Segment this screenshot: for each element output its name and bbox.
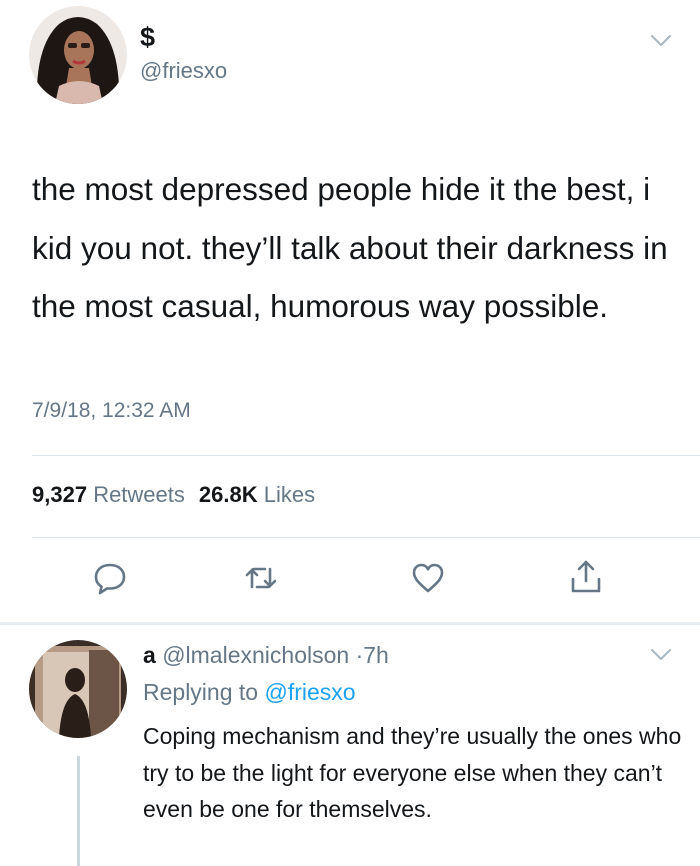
divider: [32, 455, 700, 456]
author-avatar[interactable]: [29, 6, 127, 104]
chevron-down-icon[interactable]: [650, 34, 672, 48]
reply-icon[interactable]: [92, 560, 128, 596]
tweet-timestamp[interactable]: 7/9/18, 12:32 AM: [32, 399, 191, 423]
section-divider: [0, 622, 700, 625]
chevron-down-icon[interactable]: [650, 648, 672, 662]
tweet-stats: 9,327 Retweets 26.8K Likes: [32, 482, 315, 508]
likes-label: Likes: [263, 482, 316, 507]
retweets-label: Retweets: [93, 482, 185, 507]
heart-icon[interactable]: [410, 560, 446, 596]
divider: [32, 537, 700, 538]
replying-to-handle[interactable]: @friesxo: [264, 679, 355, 705]
retweet-icon[interactable]: [243, 560, 279, 596]
author-display-name[interactable]: $: [140, 22, 155, 53]
reply-header: a @lmalexnicholson ·7h: [143, 642, 389, 669]
share-icon[interactable]: [568, 558, 604, 594]
replying-to: Replying to @friesxo: [143, 679, 356, 706]
reply-time[interactable]: 7h: [363, 642, 389, 668]
tweet-text: the most depressed people hide it the be…: [32, 171, 668, 324]
likes-stat[interactable]: 26.8K Likes: [199, 482, 315, 507]
reply-text: Coping mechanism and they’re usually the…: [143, 723, 682, 822]
reply-author-avatar[interactable]: [29, 640, 127, 738]
likes-count: 26.8K: [198, 482, 258, 507]
reply-handle[interactable]: @lmalexnicholson: [162, 642, 349, 668]
reply-display-name[interactable]: a: [143, 642, 156, 668]
retweets-stat[interactable]: 9,327 Retweets: [32, 482, 185, 507]
thread-line: [77, 756, 80, 866]
author-handle[interactable]: @friesxo: [140, 58, 227, 84]
retweets-count: 9,327: [32, 482, 88, 507]
replying-to-label: Replying to: [143, 679, 259, 705]
